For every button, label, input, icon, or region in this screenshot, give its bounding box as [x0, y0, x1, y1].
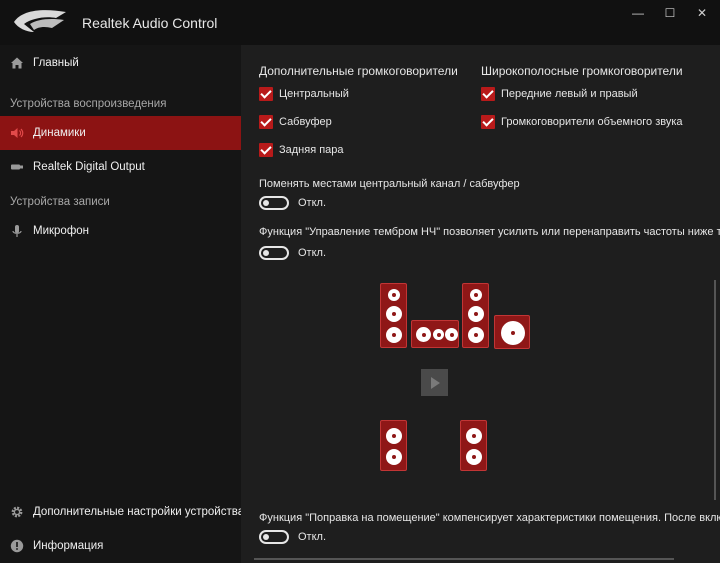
checkbox-rear-pair[interactable]: Задняя пара: [259, 142, 344, 158]
checkbox-box[interactable]: [481, 87, 495, 101]
extra-speakers-heading: Дополнительные громкоговорители: [259, 64, 458, 78]
sidebar-item-advanced-settings[interactable]: Дополнительные настройки устройства: [0, 495, 245, 529]
play-test-button[interactable]: [421, 369, 448, 396]
checkbox-surround[interactable]: Громкоговорители объемного звука: [481, 114, 683, 130]
speaker-cone: [416, 327, 431, 342]
checkbox-box[interactable]: [259, 115, 273, 129]
sidebar-item-label: Дополнительные настройки устройства: [33, 506, 245, 518]
rear-left-speaker[interactable]: [380, 420, 407, 471]
checkbox-label: Центральный: [279, 88, 349, 100]
sidebar-item-label: Realtek Digital Output: [33, 161, 145, 173]
main-panel: Дополнительные громкоговорители Широкопо…: [241, 45, 720, 563]
maximize-button[interactable]: ☐: [652, 0, 688, 26]
home-icon: [11, 57, 23, 69]
swap-description: Поменять местами центральный канал / саб…: [259, 178, 520, 190]
speaker-cone: [388, 289, 400, 301]
rear-right-speaker[interactable]: [460, 420, 487, 471]
info-icon: [10, 539, 24, 553]
close-button[interactable]: ✕: [684, 0, 720, 26]
swap-toggle[interactable]: [259, 196, 289, 210]
recording-section-label: Устройства записи: [10, 196, 110, 208]
front-left-speaker[interactable]: [380, 283, 407, 348]
sidebar-item-digital-output[interactable]: Realtek Digital Output: [0, 150, 241, 184]
sidebar-item-speakers[interactable]: Динамики: [0, 116, 241, 150]
horizontal-scrollbar[interactable]: [254, 558, 674, 560]
checkbox-label: Громкоговорители объемного звука: [501, 116, 683, 128]
checkbox-box[interactable]: [481, 115, 495, 129]
room-correction-toggle-state: Откл.: [298, 531, 327, 543]
speaker-cone: [386, 327, 402, 343]
checkbox-front-left-right[interactable]: Передние левый и правый: [481, 86, 638, 102]
speaker-cone: [466, 428, 482, 444]
speaker-cone: [386, 449, 402, 465]
microphone-icon: [12, 225, 22, 237]
checkbox-box[interactable]: [259, 87, 273, 101]
sidebar-item-home[interactable]: Главный: [0, 46, 241, 80]
app-title: Realtek Audio Control: [82, 15, 218, 31]
rog-logo-icon: [14, 10, 66, 32]
bass-toggle-state: Откл.: [298, 247, 327, 259]
sidebar-item-label: Динамики: [33, 127, 86, 139]
fullrange-speakers-heading: Широкополосные громкоговорители: [481, 64, 683, 78]
speaker-cone: [433, 329, 444, 340]
bass-toggle[interactable]: [259, 246, 289, 260]
speaker-cone: [468, 306, 484, 322]
sidebar: Главный Устройства воспроизведения Динам…: [0, 45, 245, 563]
swap-toggle-state: Откл.: [298, 197, 327, 209]
vertical-scrollbar[interactable]: [714, 280, 716, 500]
speaker-cone: [386, 428, 402, 444]
sidebar-item-microphone[interactable]: Микрофон: [0, 214, 241, 248]
checkbox-box[interactable]: [259, 143, 273, 157]
gear-icon: [11, 506, 23, 518]
digital-output-icon: [11, 164, 23, 170]
checkbox-center[interactable]: Центральный: [259, 86, 349, 102]
sidebar-item-info[interactable]: Информация: [0, 529, 241, 563]
checkbox-label: Передние левый и правый: [501, 88, 638, 100]
speaker-cone: [466, 449, 482, 465]
room-correction-toggle[interactable]: [259, 530, 289, 544]
front-right-speaker[interactable]: [462, 283, 489, 348]
speaker-icon: [11, 128, 24, 138]
center-speaker[interactable]: [411, 320, 459, 348]
room-correction-description: Функция "Поправка на помещение" компенси…: [259, 512, 720, 524]
minimize-button[interactable]: —: [620, 0, 656, 26]
bass-description: Функция "Управление тембром НЧ" позволяе…: [259, 226, 720, 238]
sidebar-item-label: Микрофон: [33, 225, 90, 237]
speaker-cone: [468, 327, 484, 343]
subwoofer-speaker[interactable]: [494, 315, 530, 349]
speaker-cone: [445, 328, 458, 341]
title-bar: Realtek Audio Control — ☐ ✕: [0, 0, 720, 45]
speaker-cone: [501, 321, 525, 345]
speaker-cone: [470, 289, 482, 301]
sidebar-item-label: Информация: [33, 540, 104, 552]
speaker-cone: [386, 306, 402, 322]
checkbox-label: Сабвуфер: [279, 116, 332, 128]
checkbox-subwoofer[interactable]: Сабвуфер: [259, 114, 332, 130]
sidebar-item-label: Главный: [33, 57, 79, 69]
playback-section-label: Устройства воспроизведения: [10, 98, 167, 110]
checkbox-label: Задняя пара: [279, 144, 344, 156]
